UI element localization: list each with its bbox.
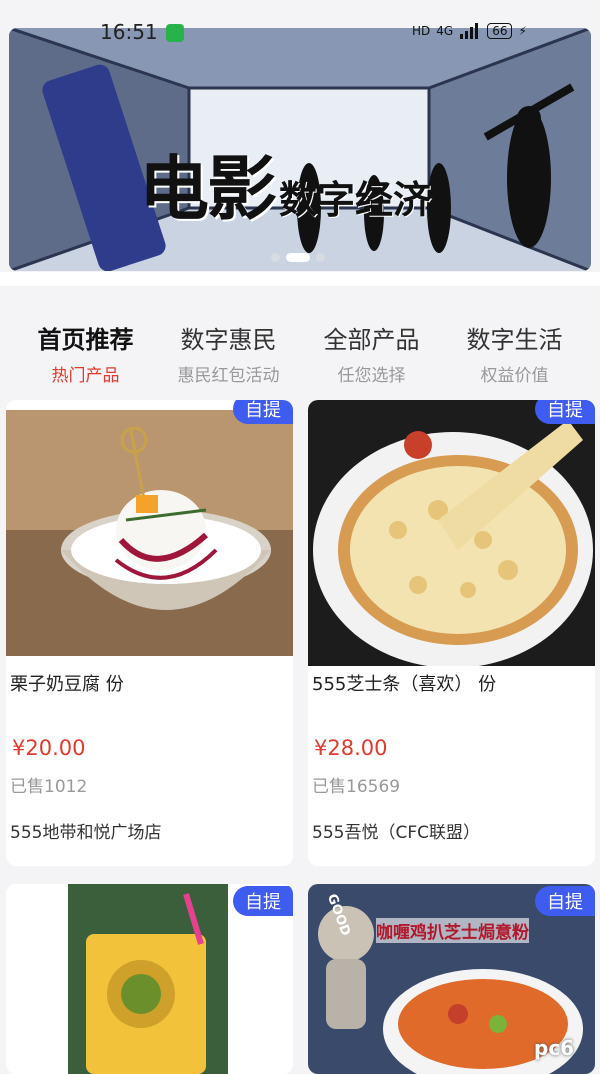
category-tabs: 首页推荐 热门产品 数字惠民 惠民红包活动 全部产品 任您选择 数字生活 权益价… <box>0 290 600 390</box>
tab-title: 数字生活 <box>466 326 563 354</box>
pickup-badge: 自提 <box>535 886 595 916</box>
product-shop: 555地带和悦广场店 <box>10 823 162 843</box>
product-card[interactable]: 自提 555芝士条（喜欢） 份 ¥28.00 已售16569 555吾悦（CFC… <box>308 400 595 866</box>
tab-title: 数字惠民 <box>180 326 277 354</box>
product-image <box>308 400 595 666</box>
status-icons: HD 4G 66 ⚡ <box>412 23 527 39</box>
product-sold-count: 已售16569 <box>312 777 401 797</box>
tab-digital-benefit[interactable]: 数字惠民 惠民红包活动 <box>157 290 300 390</box>
product-card[interactable]: 自提 栗子奶豆腐 份 ¥20.00 已售1012 555地带和悦广场店 <box>6 400 293 866</box>
tab-subtitle: 任您选择 <box>337 366 406 386</box>
tab-home-recommend[interactable]: 首页推荐 热门产品 <box>14 290 157 390</box>
image-caption: 咖喱鸡扒芝士焗意粉 <box>376 918 529 943</box>
banner-dot-active[interactable] <box>286 253 310 262</box>
tab-all-products[interactable]: 全部产品 任您选择 <box>300 290 443 390</box>
battery-icon: 66 <box>487 23 513 39</box>
tab-title: 全部产品 <box>323 326 420 354</box>
product-name: 555芝士条（喜欢） 份 <box>312 674 497 695</box>
product-name: 栗子奶豆腐 份 <box>10 674 124 695</box>
product-price: ¥20.00 <box>12 736 86 760</box>
network-label: HD <box>412 24 431 38</box>
banner-pagination[interactable] <box>271 253 325 262</box>
tab-digital-life[interactable]: 数字生活 权益价值 <box>443 290 586 390</box>
pickup-badge: 自提 <box>233 886 293 916</box>
pickup-badge: 自提 <box>233 400 293 424</box>
watermark-logo: pc6 <box>534 1036 575 1060</box>
signal-bars-icon <box>460 23 479 39</box>
banner-title: 电影 数字经济 <box>139 133 431 234</box>
tab-title: 首页推荐 <box>37 326 134 354</box>
product-image <box>6 410 293 656</box>
product-price: ¥28.00 <box>314 736 388 760</box>
banner-dot[interactable] <box>316 253 325 262</box>
product-sold-count: 已售1012 <box>10 777 88 797</box>
product-card[interactable]: 自提 <box>6 884 293 1074</box>
tab-subtitle: 权益价值 <box>480 366 549 386</box>
status-time: 16:51 <box>100 20 158 44</box>
pickup-badge: 自提 <box>535 400 595 424</box>
promo-banner[interactable]: 电影 数字经济 <box>9 28 591 271</box>
tab-subtitle: 惠民红包活动 <box>177 366 280 386</box>
banner-spacer <box>0 272 600 286</box>
banner-title-small: 数字经济 <box>279 178 432 222</box>
charging-icon: ⚡ <box>518 24 527 38</box>
signal-label: 4G <box>436 24 454 38</box>
banner-dot[interactable] <box>271 253 280 262</box>
tab-subtitle: 热门产品 <box>51 366 120 386</box>
message-app-icon <box>166 24 184 42</box>
product-shop: 555吾悦（CFC联盟） <box>312 823 480 843</box>
banner-title-big: 电影 <box>139 148 277 230</box>
status-bar: 16:51 HD 4G 66 ⚡ <box>0 0 600 44</box>
